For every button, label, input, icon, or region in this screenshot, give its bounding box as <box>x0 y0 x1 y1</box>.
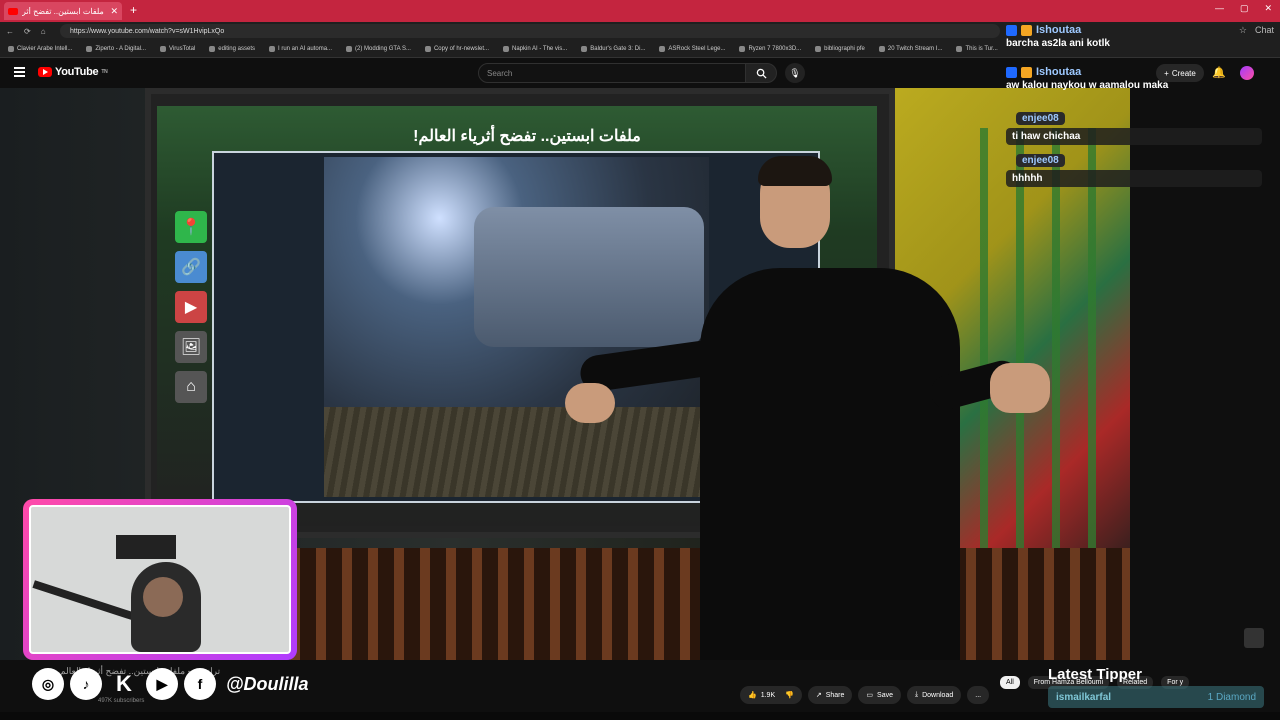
home-icon[interactable]: ⌂ <box>41 27 46 36</box>
microphone-icon: 🎙 <box>789 67 801 78</box>
url-text: https://www.youtube.com/watch?v=sW1HvipL… <box>70 27 225 35</box>
instagram-icon: ◎ <box>32 668 64 700</box>
kick-icon: K <box>116 671 132 696</box>
webcam-feed <box>29 505 291 654</box>
screen-headline: ملفات ابستين.. تفضح أثرياء العالم! <box>413 128 641 145</box>
browser-tab-bar: ترانديتو - ملفات ابستين.. تفضح أثر... ✕ … <box>0 0 1280 22</box>
chat-username: enjee08 <box>1016 154 1065 167</box>
logo-country: TN <box>101 69 108 75</box>
chat-username: Ishoutaa <box>1036 24 1082 36</box>
chat-username: enjee08 <box>1016 112 1065 125</box>
share-icon: ↗ <box>815 692 822 699</box>
youtube-play-icon <box>38 67 52 77</box>
wooden-floor <box>324 407 709 497</box>
webcam-overlay <box>23 499 297 660</box>
search-input[interactable]: Search <box>478 63 746 83</box>
chat-text: hhhhh <box>1006 170 1262 187</box>
latest-tipper-widget: Latest Tipper ismailkarfal 1 Diamond <box>1048 666 1268 712</box>
back-icon[interactable]: ← <box>6 27 14 36</box>
chat-message: enjee08 hhhhh <box>1006 150 1262 187</box>
download-icon: ⤓ <box>915 691 919 698</box>
subscriber-badge-icon <box>1021 24 1032 36</box>
subscriber-badge-icon <box>1021 66 1032 78</box>
link-icon: 🔗 <box>175 251 207 283</box>
youtube-favicon-icon <box>8 7 18 15</box>
bookmark-item[interactable]: I run an AI automa... <box>269 45 332 52</box>
stream-chat-overlay: Ishoutaa barcha as2la ani kotlk Ishoutaa… <box>1006 22 1266 192</box>
chat-text: aw kalou naykou w aamalou maka <box>1006 80 1169 91</box>
youtube-logo[interactable]: YouTube TN <box>38 66 108 78</box>
search-icon <box>756 68 767 79</box>
facebook-icon: f <box>184 668 216 700</box>
bookmark-item[interactable]: Baldur's Gate 3: Di... <box>581 45 645 52</box>
minimize-button[interactable]: — <box>1215 3 1224 14</box>
like-button[interactable]: 👍 1.9K 👎 <box>740 686 802 704</box>
home-screen-icon: ⌂ <box>175 371 207 403</box>
bookmark-item[interactable]: 20 Twitch Stream I... <box>878 45 942 52</box>
moderator-badge-icon <box>1006 24 1017 36</box>
chip-all[interactable]: All <box>1000 676 1020 689</box>
moderator-badge-icon <box>1006 66 1017 78</box>
download-button[interactable]: ⤓ Download <box>907 686 962 704</box>
latest-tipper-title: Latest Tipper <box>1048 666 1142 683</box>
browser-tab-youtube[interactable]: ترانديتو - ملفات ابستين.. تفضح أثر... ✕ <box>4 2 122 20</box>
image-icon: 🖼 <box>175 331 207 363</box>
search-placeholder: Search <box>487 68 513 78</box>
bookmark-item[interactable]: Clavier Arabe Intell... <box>8 45 72 52</box>
bookmark-icon: ▭ <box>866 692 874 699</box>
chat-message: enjee08 ti haw chichaa <box>1006 108 1262 145</box>
youtube-icon: ▶ <box>146 668 178 700</box>
tiktok-icon: ♪ <box>70 668 102 700</box>
close-tab-icon[interactable]: ✕ <box>110 6 118 17</box>
chat-username: Ishoutaa <box>1036 66 1082 78</box>
share-button[interactable]: ↗ Share <box>807 686 853 704</box>
new-tab-button[interactable]: + <box>130 3 137 17</box>
tipper-amount: 1 Diamond <box>1207 691 1256 703</box>
tab-title: ترانديتو - ملفات ابستين.. تفضح أثر... <box>22 6 106 16</box>
url-field[interactable]: https://www.youtube.com/watch?v=sW1HvipL… <box>60 24 1000 38</box>
chat-text: ti haw chichaa <box>1006 128 1262 145</box>
bookmark-item[interactable]: VirusTotal <box>160 45 195 52</box>
social-handle: @Doulilla <box>226 673 309 694</box>
bookmark-item[interactable]: bibliographi pfe <box>815 45 865 52</box>
bookmark-item[interactable]: Napkin AI - The vis... <box>503 45 567 52</box>
window-controls: — ▢ ✕ <box>1215 3 1272 14</box>
bookmark-item[interactable]: Ryzen 7 7800x3D... <box>739 45 801 52</box>
thumbs-up-icon: 👍 <box>748 692 757 699</box>
maximize-button[interactable]: ▢ <box>1240 3 1249 14</box>
location-icon: 📍 <box>175 211 207 243</box>
video-play-icon: ▶ <box>175 291 207 323</box>
chat-message: Ishoutaa barcha as2la ani kotlk <box>1006 24 1262 49</box>
more-actions-button[interactable]: ... <box>967 686 990 704</box>
close-window-button[interactable]: ✕ <box>1264 3 1272 14</box>
reload-icon[interactable]: ⟳ <box>24 27 31 36</box>
screen: ترانديتو - ملفات ابستين.. تفضح أثر... ✕ … <box>0 0 1280 720</box>
logo-text: YouTube <box>55 66 99 78</box>
presenter-figure <box>565 156 1050 660</box>
bookmark-item[interactable]: ASRock Steel Lege... <box>659 45 725 52</box>
latest-tipper-box: ismailkarfal 1 Diamond <box>1048 686 1264 708</box>
search-button[interactable] <box>745 63 777 83</box>
bookmark-item[interactable]: This is Tur... <box>956 45 998 52</box>
bookmark-item[interactable]: Copy of hr-newslet... <box>424 45 489 52</box>
video-actions: 👍 1.9K 👎 ↗ Share ▭ Save ⤓ Download ... <box>740 686 990 704</box>
bookmark-item[interactable]: Ziperto - A Digital... <box>86 45 146 52</box>
bookmark-item[interactable]: (2) Modding GTA S... <box>346 45 411 52</box>
bottom-edge <box>0 712 1280 720</box>
like-count: 1.9K <box>760 691 776 699</box>
side-thumbnail[interactable] <box>1244 628 1264 648</box>
chat-text: barcha as2la ani kotlk <box>1006 38 1110 49</box>
bedroom-scene-image <box>324 157 709 497</box>
hamburger-menu-icon[interactable] <box>14 67 25 77</box>
chat-message: Ishoutaa aw kalou naykou w aamalou maka <box>1006 66 1262 91</box>
thumbs-down-icon[interactable]: 👎 <box>785 691 794 699</box>
bed-shape <box>474 207 704 347</box>
save-button[interactable]: ▭ Save <box>858 686 901 704</box>
tipper-name: ismailkarfal <box>1056 691 1112 703</box>
bookmark-item[interactable]: editing assets <box>209 45 255 52</box>
social-strip: ◎ ♪ K ▶ f @Doulilla <box>32 668 309 700</box>
voice-search-button[interactable]: 🎙 <box>785 63 805 83</box>
